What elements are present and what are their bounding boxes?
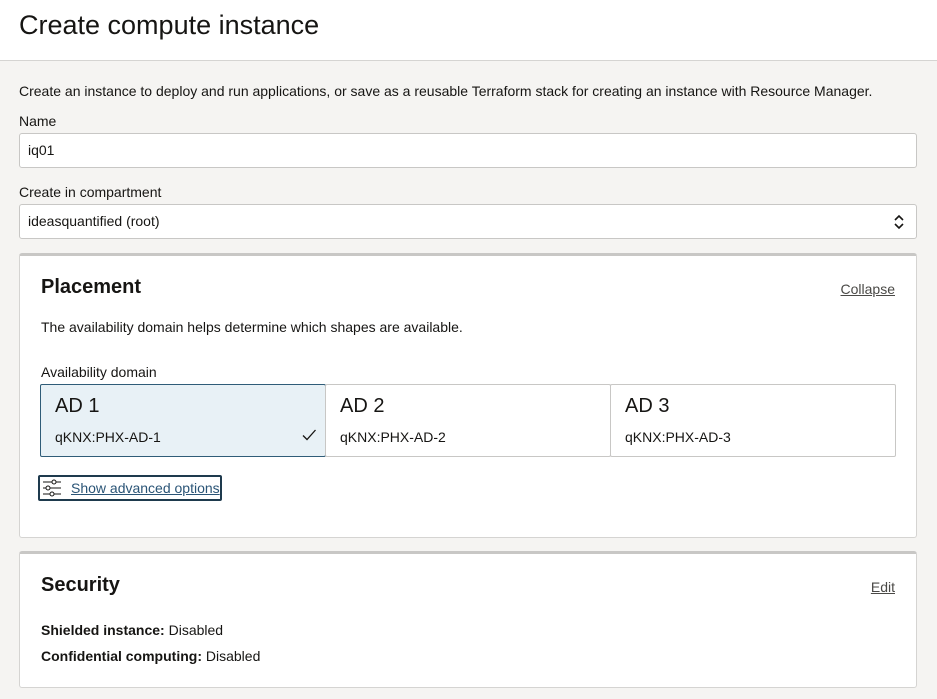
select-arrows-icon	[894, 214, 904, 230]
shielded-instance-key: Shielded instance:	[41, 622, 165, 638]
ad-name: AD 2	[340, 395, 385, 417]
page-title: Create compute instance	[19, 10, 320, 40]
placement-description: The availability domain helps determine …	[41, 319, 463, 335]
show-advanced-options-label: Show advanced options	[71, 480, 220, 496]
shielded-instance-value: Disabled	[168, 622, 224, 638]
placement-section: Placement Collapse The availability doma…	[19, 253, 917, 538]
collapse-link[interactable]: Collapse	[841, 281, 895, 297]
name-label: Name	[19, 113, 57, 129]
confidential-computing-key: Confidential computing:	[41, 648, 202, 664]
name-input[interactable]: iq01	[19, 133, 917, 168]
placement-title: Placement	[41, 276, 142, 298]
ad-name: AD 3	[625, 395, 670, 417]
security-title: Security	[41, 574, 120, 596]
compartment-label: Create in compartment	[19, 184, 162, 200]
intro-text: Create an instance to deploy and run app…	[19, 83, 873, 99]
show-advanced-options-button[interactable]: Show advanced options	[38, 475, 222, 501]
security-section: Security Edit Shielded instance: Disable…	[19, 551, 917, 688]
ad-tile-2[interactable]: AD 2 qKNX:PHX-AD-2	[325, 384, 611, 457]
ad-tile-3[interactable]: AD 3 qKNX:PHX-AD-3	[610, 384, 896, 457]
shielded-instance-row: Shielded instance: Disabled	[41, 622, 223, 638]
check-icon	[302, 429, 316, 441]
availability-domain-label: Availability domain	[41, 364, 157, 380]
confidential-computing-value: Disabled	[205, 648, 261, 664]
ad-id: qKNX:PHX-AD-2	[340, 429, 446, 445]
edit-link[interactable]: Edit	[871, 579, 895, 595]
compartment-value: ideasquantified (root)	[28, 213, 160, 229]
compartment-select[interactable]: ideasquantified (root)	[19, 204, 917, 239]
ad-id: qKNX:PHX-AD-1	[55, 429, 161, 445]
sliders-icon	[43, 479, 61, 497]
ad-id: qKNX:PHX-AD-3	[625, 429, 731, 445]
ad-tile-1[interactable]: AD 1 qKNX:PHX-AD-1	[40, 384, 326, 457]
page-header: Create compute instance	[0, 0, 937, 61]
confidential-computing-row: Confidential computing: Disabled	[41, 648, 260, 664]
ad-name: AD 1	[55, 395, 100, 417]
